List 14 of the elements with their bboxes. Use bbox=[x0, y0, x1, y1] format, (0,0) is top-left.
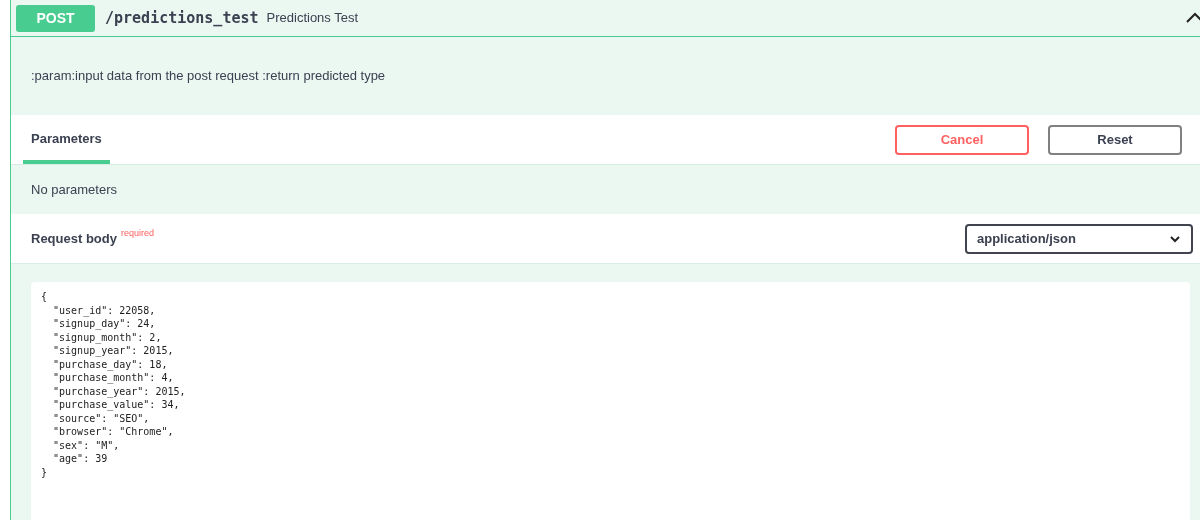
description-text: :param:input data from the post request :return predicted type bbox=[31, 67, 386, 86]
collapse-caret-icon[interactable] bbox=[1186, 12, 1200, 24]
operation-header[interactable]: POST /predictions_test Predictions Test bbox=[11, 0, 1200, 37]
endpoint-path: /predictions_test bbox=[105, 7, 259, 29]
no-parameters-text: No parameters bbox=[31, 180, 117, 199]
chevron-down-icon bbox=[1169, 234, 1181, 243]
parameters-tab[interactable]: Parameters bbox=[23, 117, 110, 164]
request-body-field[interactable]: { "user_id": 22058, "signup_day": 24, "signup_month": 2, "signup_year": 2015, "purchase_day": 18, "purchase_month": 4, "purchase_year": 2015, "purchase_value": 34, "source": "SEO", "browser": "Chrome", "sex": "M", "age": 39 } bbox=[31, 282, 1190, 520]
reset-button[interactable]: Reset bbox=[1048, 124, 1182, 155]
required-label: required bbox=[120, 226, 154, 240]
request-body-title: Request body bbox=[31, 229, 117, 248]
method-badge: POST bbox=[16, 4, 95, 32]
content-type-select[interactable]: application/json bbox=[965, 223, 1193, 254]
endpoint-summary: Predictions Test bbox=[266, 9, 359, 28]
